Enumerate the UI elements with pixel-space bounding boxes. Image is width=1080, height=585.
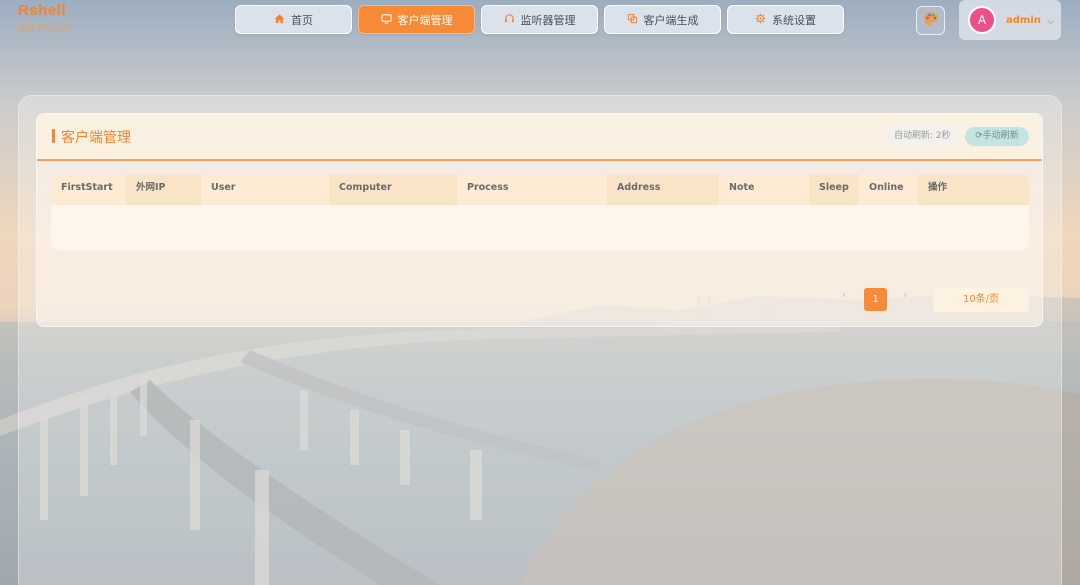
column-header-actions: 操作 — [918, 174, 1029, 205]
manual-refresh-button[interactable]: ⟳手动刷新 — [965, 127, 1029, 146]
page-title: 客户端管理 — [61, 130, 131, 146]
theme-button[interactable] — [916, 6, 945, 35]
page-number-current[interactable]: 1 — [864, 288, 887, 311]
table-header: FirstStart 外网IP User Computer Process Ad… — [51, 174, 1029, 205]
top-bar: Rshell 高级管理系统 首页 客户端管理 监听器管理 客户端生成 系统设置 … — [0, 0, 1080, 42]
user-name: admin — [1006, 14, 1041, 26]
app-logo[interactable]: Rshell 高级管理系统 — [18, 2, 72, 34]
client-management-card: 客户端管理 自动刷新: 2秒 ⟳手动刷新 FirstStart 外网IP Use… — [36, 113, 1043, 327]
monitor-icon — [380, 13, 392, 27]
app-title: Rshell — [18, 2, 67, 19]
column-header-external-ip[interactable]: 外网IP — [126, 174, 201, 205]
card-header: 客户端管理 自动刷新: 2秒 ⟳手动刷新 — [37, 114, 1042, 161]
column-header-user[interactable]: User — [201, 174, 329, 205]
clients-table: FirstStart 外网IP User Computer Process Ad… — [51, 174, 1029, 250]
nav-listener-management-button[interactable]: 监听器管理 — [481, 5, 598, 34]
nav-client-management-label: 客户端管理 — [397, 13, 453, 27]
next-page-button[interactable]: › — [903, 288, 907, 301]
column-header-online[interactable]: Online — [859, 174, 918, 205]
column-header-note[interactable]: Note — [719, 174, 809, 205]
chevron-down-icon — [1041, 11, 1055, 30]
nav-settings-button[interactable]: 系统设置 — [727, 5, 844, 34]
main-nav: 首页 客户端管理 监听器管理 客户端生成 系统设置 — [235, 5, 844, 34]
column-header-process[interactable]: Process — [457, 174, 607, 205]
auto-refresh-badge[interactable]: 自动刷新: 2秒 — [886, 126, 959, 146]
copy-icon — [627, 13, 638, 27]
column-header-computer[interactable]: Computer — [329, 174, 457, 205]
page-size-select[interactable]: 10条/页 — [933, 288, 1029, 312]
column-header-firststart[interactable]: FirstStart — [51, 174, 126, 205]
column-header-sleep[interactable]: Sleep — [809, 174, 859, 205]
table-body — [51, 205, 1029, 250]
column-header-address[interactable]: Address — [607, 174, 719, 205]
nav-home-button[interactable]: 首页 — [235, 5, 352, 34]
title-accent-bar — [52, 129, 55, 143]
nav-listener-management-label: 监听器管理 — [520, 13, 576, 27]
nav-home-label: 首页 — [291, 13, 313, 27]
avatar: A — [968, 6, 996, 34]
nav-client-generate-button[interactable]: 客户端生成 — [604, 5, 721, 34]
nav-settings-label: 系统设置 — [772, 13, 816, 27]
headset-icon — [504, 13, 515, 27]
user-menu[interactable]: A admin — [959, 0, 1061, 40]
nav-client-generate-label: 客户端生成 — [643, 13, 699, 27]
gear-icon — [755, 13, 766, 27]
prev-page-button[interactable]: ‹ — [842, 288, 846, 301]
palette-icon — [922, 10, 940, 32]
app-subtitle: 高级管理系统 — [18, 24, 73, 34]
home-icon — [274, 13, 285, 27]
nav-client-management-button[interactable]: 客户端管理 — [358, 5, 475, 34]
